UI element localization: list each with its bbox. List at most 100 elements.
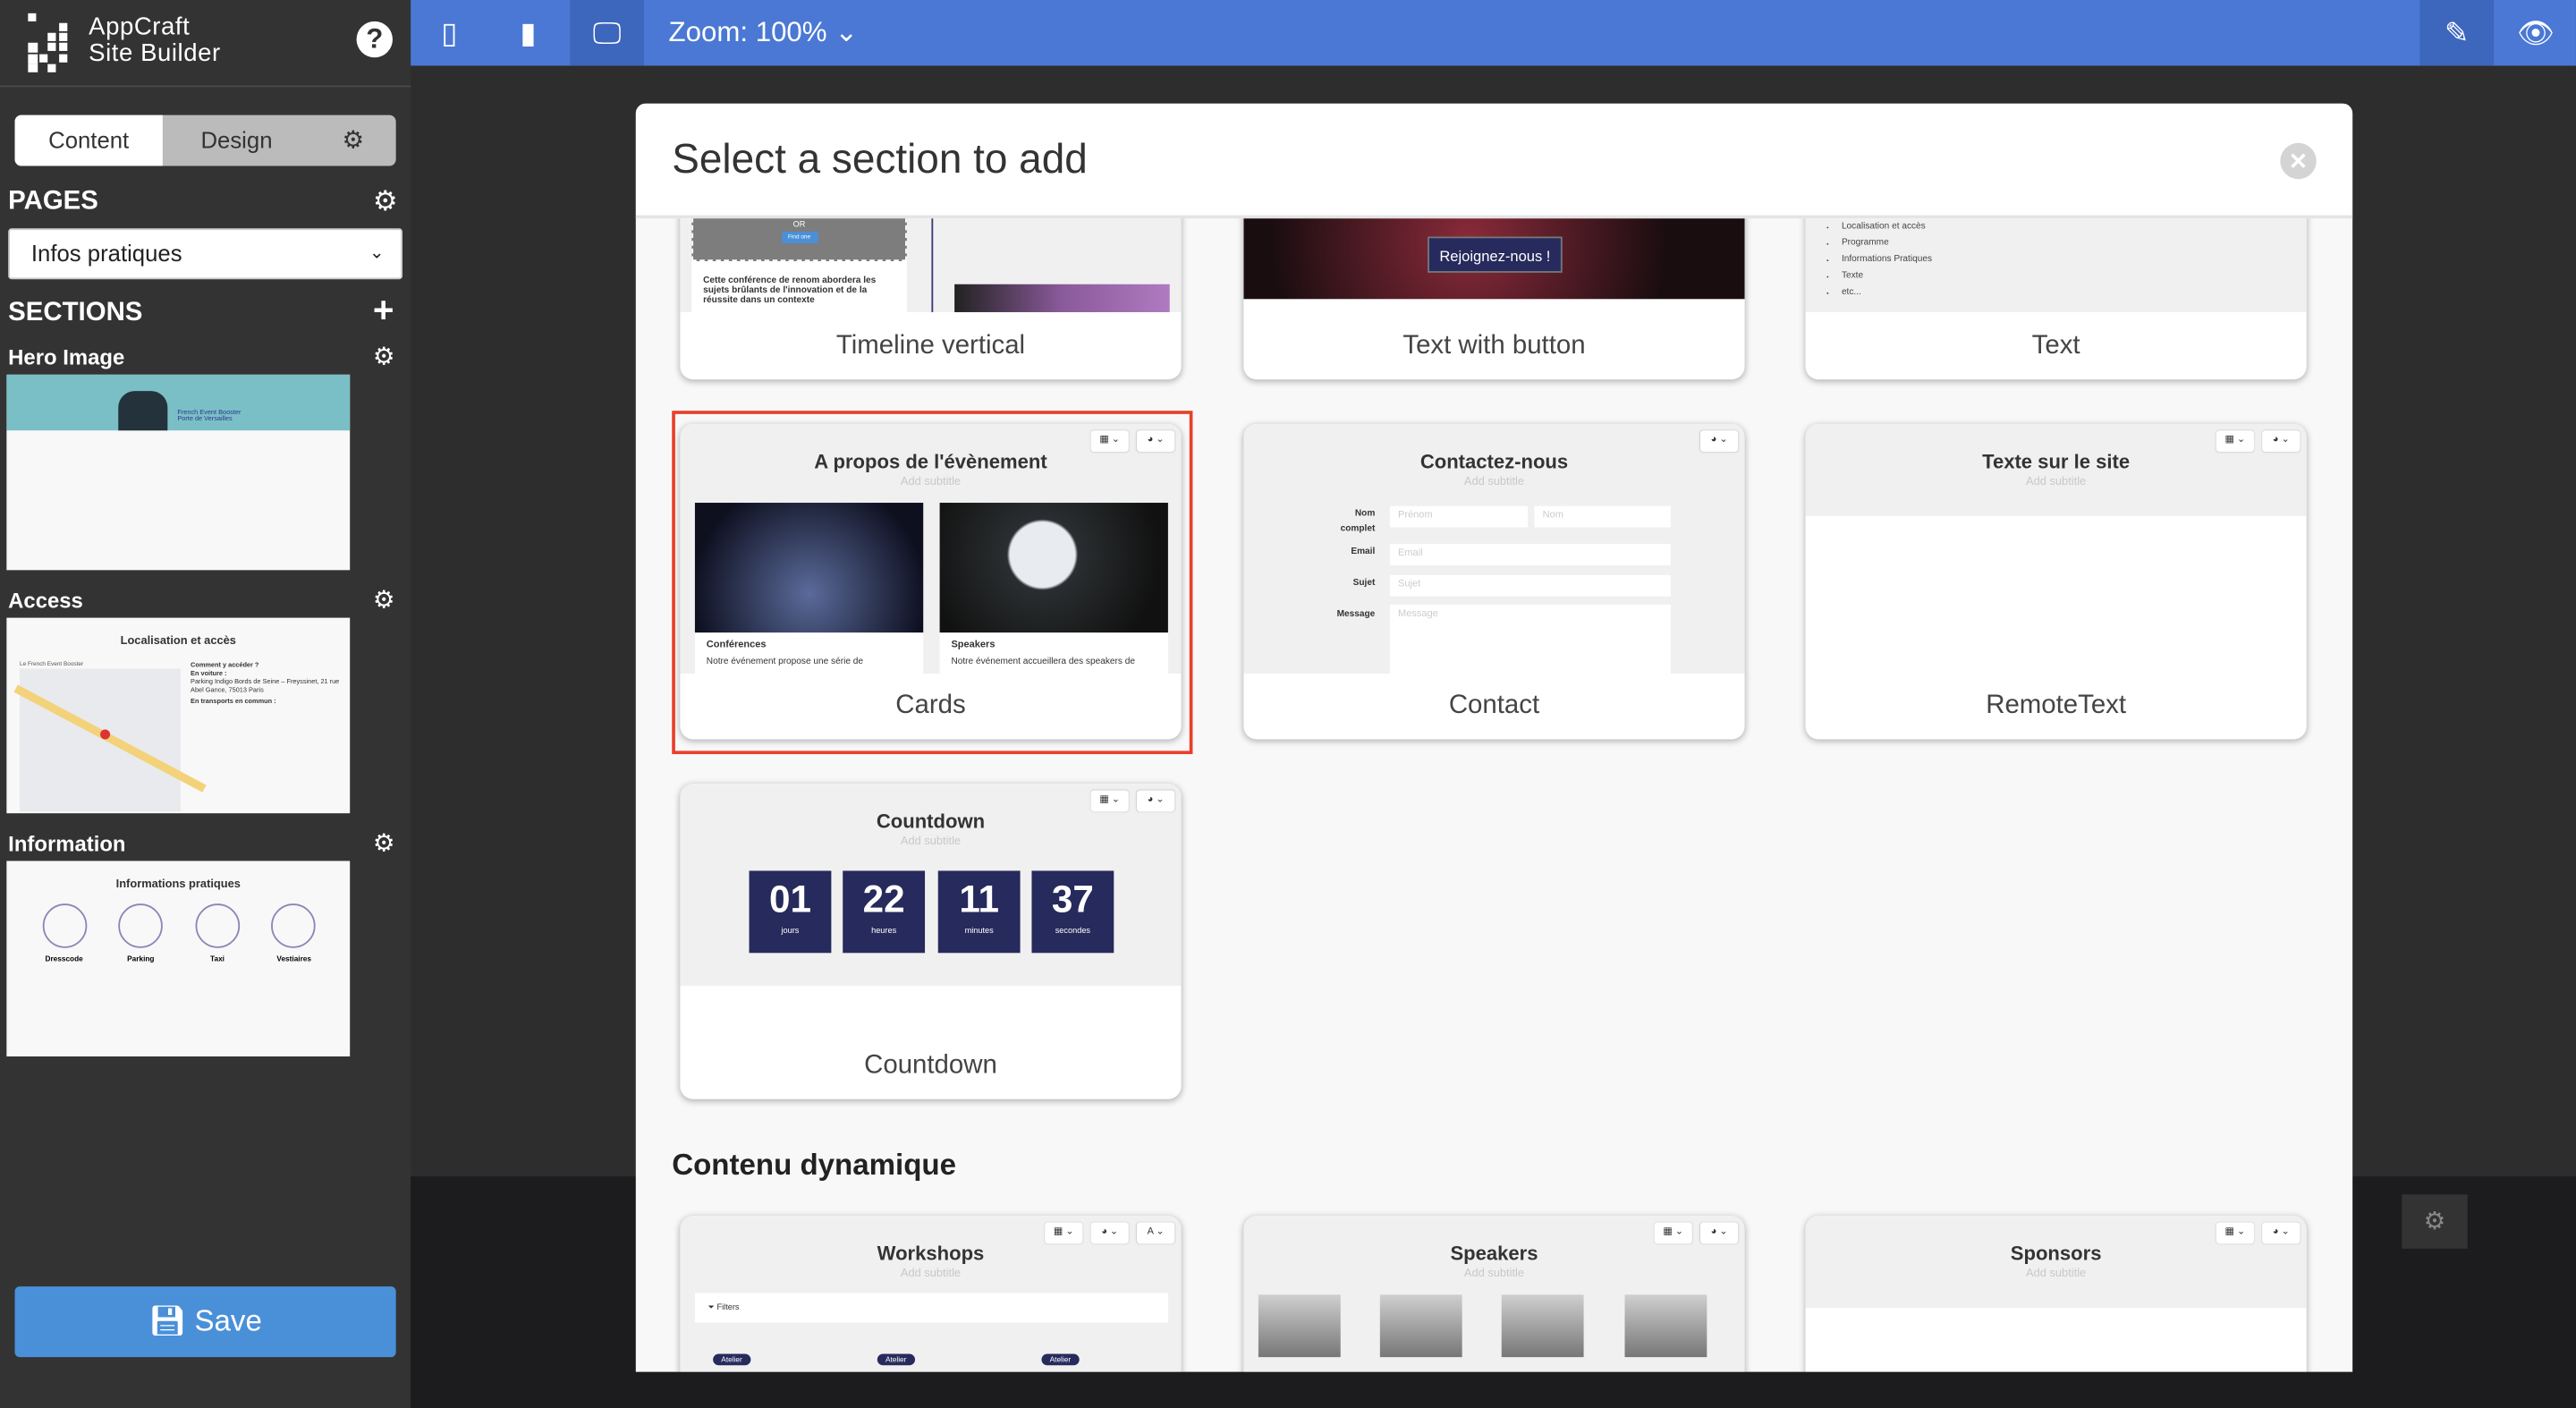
toolbar: ▯ ▮ 🖵︎ Zoom: 100% ⌄ ✎ 👁︎	[411, 0, 2576, 66]
info-item: Dresscode	[31, 903, 97, 963]
preview-subtitle: Add subtitle	[900, 835, 962, 848]
sections-heading: SECTIONS	[8, 299, 143, 327]
edit-icon[interactable]: ✎	[2419, 0, 2495, 66]
hero-person-figure	[118, 391, 168, 431]
page-select[interactable]: Infos pratiques ⌄	[8, 228, 402, 280]
card-preview: Localisation et accès Programme Informat…	[1805, 218, 2307, 312]
section-option-contact[interactable]: ◕ ⌄ Contactez-nous Add subtitle Nom comp…	[1243, 423, 1745, 740]
help-icon[interactable]: ?	[356, 21, 393, 58]
close-icon[interactable]: ✕	[2280, 142, 2317, 180]
info-item: Vestiaires	[261, 903, 326, 963]
taxi-icon	[195, 903, 240, 948]
preview-subtitle: Add subtitle	[900, 1268, 962, 1280]
section-option-speakers[interactable]: ▦ ⌄ ◕ ⌄ Speakers Add subtitle	[1243, 1216, 1745, 1372]
card-preview: ▦ ⌄ ◕ ⌄ Countdown Add subtitle 01 jours 2…	[680, 784, 1182, 987]
chevron-down-icon: ⌄	[835, 16, 859, 48]
timeline-line	[931, 218, 934, 312]
app-subname: Site Builder	[89, 39, 221, 68]
section-option-remotetext[interactable]: ▦ ⌄ ◕ ⌄ Texte sur le site Add subtitle R…	[1805, 423, 2307, 740]
add-section-modal: Select a section to add ✕ OR Find one Ce…	[635, 103, 2353, 1372]
filters-label: Filters	[716, 1302, 740, 1313]
zoom-dropdown[interactable]: Zoom: 100% ⌄	[669, 0, 859, 65]
section-label-information: Information	[8, 831, 126, 856]
lastname-field: Nom	[1534, 505, 1671, 528]
modal-body[interactable]: OR Find one Cette conférence de renom ab…	[636, 218, 2352, 1372]
countdown-hours: 22 heures	[843, 870, 926, 954]
section-option-timeline-vertical[interactable]: OR Find one Cette conférence de renom ab…	[680, 218, 1182, 380]
atelier-badge: Atelier	[877, 1353, 915, 1366]
speaker-photo	[1258, 1294, 1341, 1358]
preview-title: Speakers	[1450, 1242, 1538, 1266]
subject-field: Sujet	[1389, 574, 1671, 597]
information-thumb-title: Informations pratiques	[115, 878, 241, 891]
card-label: RemoteText	[1986, 691, 2127, 720]
section-option-workshops[interactable]: ▦ ⌄ ◕ ⌄ A ⌄ Workshops Add subtitle ⏷ Fil…	[680, 1216, 1182, 1372]
section-option-text[interactable]: Localisation et accès Programme Informat…	[1805, 218, 2307, 380]
preview-title: Countdown	[876, 810, 986, 834]
tshirt-icon	[41, 903, 87, 948]
access-map	[13, 668, 207, 812]
section-thumb-access[interactable]: Localisation et accès Le French Event Bo…	[6, 617, 351, 814]
filters-bar: ⏷ Filters	[694, 1293, 1168, 1323]
access-transit: En transports en commun :	[191, 696, 276, 705]
timeline-text-box: Cette conférence de renom abordera les s…	[691, 261, 907, 312]
section-option-countdown[interactable]: ▦ ⌄ ◕ ⌄ Countdown Add subtitle 01 jours 2…	[680, 784, 1182, 1099]
hero-caption-2: Porte de Versailles	[177, 413, 233, 423]
card-preview: ▦ ⌄ ◕ ⌄ A ⌄ Workshops Add subtitle ⏷ Fil…	[680, 1216, 1182, 1372]
info-item: Taxi	[184, 903, 250, 963]
timeline-placeholder: OR Find one	[691, 218, 907, 262]
access-gear-icon[interactable]: ⚙	[373, 587, 395, 615]
section-label-access: Access	[8, 588, 83, 614]
chevron-down-icon: ⌄	[369, 242, 385, 263]
card-label: Countdown	[864, 1051, 997, 1080]
canvas-gear-icon[interactable]: ⚙	[2402, 1194, 2468, 1249]
add-section-plus-icon[interactable]: +	[373, 292, 394, 327]
tab-design[interactable]: Design	[163, 115, 310, 166]
palette-dropdown-icon: ◕ ⌄	[1136, 790, 1175, 812]
map-road	[13, 684, 207, 793]
field-label-subject: Sujet	[1352, 578, 1376, 589]
modal-title: Select a section to add	[672, 136, 1088, 182]
card-preview: Rejoignez-nous !	[1243, 218, 1745, 300]
preview-eye-icon[interactable]: 👁︎	[2499, 0, 2573, 65]
hero-gear-icon[interactable]: ⚙	[373, 344, 395, 371]
hero-caption: French Event Booster Porte de Versailles	[177, 408, 241, 423]
speaker-photos	[1258, 1294, 1735, 1371]
card-preview: ▦ ⌄ ◕ ⌄ Texte sur le site Add subtitle	[1805, 423, 2307, 516]
field-label-name: Nom complet	[1340, 509, 1376, 534]
appcraft-logo-icon	[28, 13, 68, 72]
card-label: Text with button	[1402, 332, 1586, 360]
access-thumb-title: Localisation et accès	[120, 635, 236, 648]
layout-dropdown-icon: ▦ ⌄	[1045, 1222, 1083, 1244]
countdown-seconds: 37 secondes	[1031, 870, 1114, 954]
preview-title: Contactez-nous	[1419, 450, 1569, 473]
preview-title: Sponsors	[2010, 1242, 2102, 1266]
section-thumb-information[interactable]: Informations pratiques Dresscode Parking…	[6, 861, 351, 1056]
save-button[interactable]: 💾︎ Save	[14, 1286, 396, 1358]
section-option-sponsors[interactable]: ▦ ⌄ ◕ ⌄ Sponsors Add subtitle	[1805, 1216, 2307, 1372]
layout-dropdown-icon: ▦ ⌄	[1090, 790, 1129, 812]
mode-tabs: Content Design ⚙	[14, 115, 396, 166]
page-select-value: Infos pratiques	[30, 240, 182, 267]
info-item-label: Parking	[127, 954, 155, 963]
save-disk-icon: 💾︎	[148, 1304, 195, 1338]
information-gear-icon[interactable]: ⚙	[373, 830, 395, 858]
tab-content[interactable]: Content	[14, 115, 163, 166]
countdown-value: 01	[768, 877, 811, 920]
section-option-text-with-button[interactable]: Rejoignez-nous ! Text with button	[1243, 218, 1745, 380]
countdown-value: 22	[862, 877, 905, 920]
layout-dropdown-icon: ▦ ⌄	[1654, 1222, 1692, 1244]
design-settings-gear-icon[interactable]: ⚙	[310, 115, 396, 166]
pages-gear-icon[interactable]: ⚙	[373, 187, 398, 215]
mobile-view-icon[interactable]: ▯	[412, 0, 487, 65]
preview-subtitle: Add subtitle	[2026, 1268, 2087, 1280]
desktop-view-icon[interactable]: 🖵︎	[570, 0, 644, 66]
section-thumb-hero[interactable]: French Event Booster Porte de Versailles	[6, 374, 351, 571]
countdown-unit: jours	[781, 926, 800, 937]
divider	[0, 85, 411, 88]
zoom-value: Zoom: 100%	[668, 16, 827, 48]
tablet-view-icon[interactable]: ▮	[491, 0, 565, 65]
map-pin-icon	[100, 729, 111, 740]
palette-dropdown-icon: ◕ ⌄	[1699, 430, 1739, 453]
save-label: Save	[194, 1304, 262, 1338]
